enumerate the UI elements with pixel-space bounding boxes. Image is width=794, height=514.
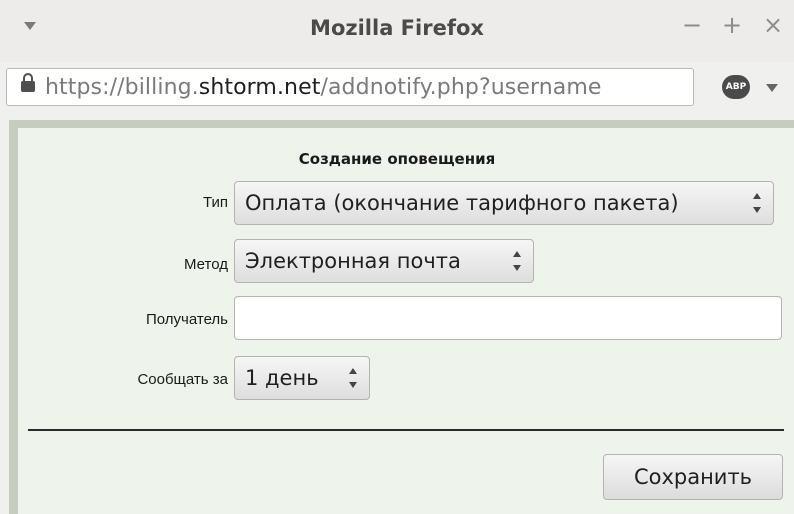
- notify-before-label: Сообщать за: [137, 371, 228, 388]
- recipient-label: Получатель: [146, 311, 228, 328]
- url-bar[interactable]: https://billing.shtorm.net/addnotify.php…: [6, 68, 694, 106]
- form-title: Создание оповещения: [298, 150, 496, 168]
- adblock-plus-icon[interactable]: ABP: [722, 75, 750, 99]
- type-select[interactable]: Оплата (окончание тарифного пакета): [234, 181, 774, 225]
- maximize-button[interactable]: +: [722, 10, 742, 40]
- save-button[interactable]: Сохранить: [603, 454, 783, 500]
- method-label: Метод: [184, 256, 228, 273]
- type-select-value: Оплата (окончание тарифного пакета): [245, 191, 679, 215]
- url-text[interactable]: https://billing.shtorm.net/addnotify.php…: [45, 75, 602, 100]
- form-divider: [28, 429, 784, 431]
- spinner-icon: [347, 368, 359, 388]
- method-select-value: Электронная почта: [245, 249, 461, 273]
- url-host: shtorm.net: [198, 75, 321, 100]
- url-prefix: https://billing.: [45, 75, 199, 100]
- type-label: Тип: [202, 194, 228, 211]
- window-title: Mozilla Firefox: [310, 16, 484, 40]
- minimize-button[interactable]: −: [682, 10, 702, 40]
- notify-before-select[interactable]: 1 день: [234, 356, 370, 400]
- spinner-icon: [511, 251, 523, 271]
- lock-icon[interactable]: [21, 73, 35, 92]
- spinner-icon: [751, 193, 763, 213]
- window-titlebar: Mozilla Firefox − + ×: [0, 0, 794, 62]
- toolbar-dropdown-arrow-icon[interactable]: [766, 84, 778, 92]
- notify-before-value: 1 день: [245, 366, 319, 390]
- url-path: /addnotify.php?username: [320, 75, 602, 100]
- close-button[interactable]: ×: [763, 10, 783, 40]
- recipient-input[interactable]: [234, 296, 782, 340]
- method-select[interactable]: Электронная почта: [234, 239, 534, 283]
